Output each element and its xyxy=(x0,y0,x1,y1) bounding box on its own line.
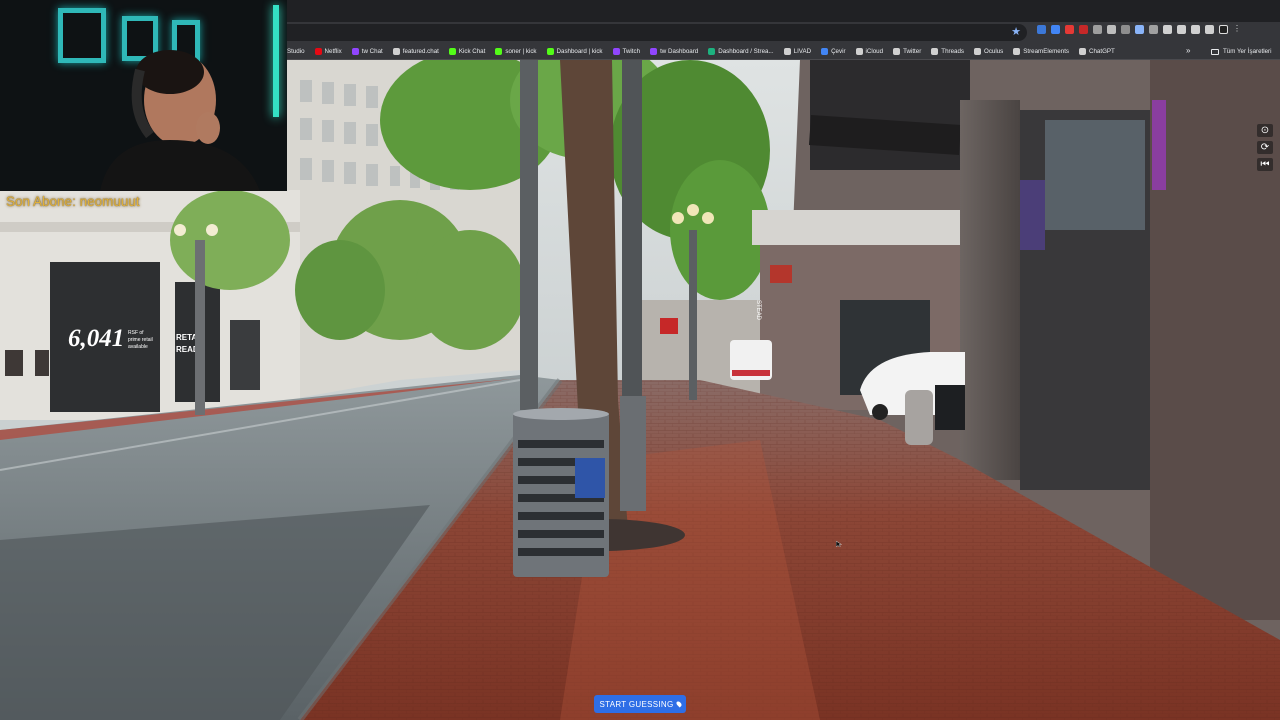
bookmark-favicon-icon xyxy=(1079,48,1087,55)
extension-icon[interactable] xyxy=(1065,25,1074,34)
map-pin-icon xyxy=(674,700,683,708)
extension-icon[interactable] xyxy=(1107,25,1116,34)
bookmark-item[interactable]: Dashboard | kick xyxy=(546,43,603,60)
svg-text:RSF of: RSF of xyxy=(128,330,144,336)
bookmark-item[interactable]: Netflix xyxy=(314,43,342,60)
bookmark-label: Dashboard | kick xyxy=(556,48,603,55)
bookmark-item[interactable]: Kick Chat xyxy=(448,43,486,60)
bookmark-label: Twitch xyxy=(622,48,641,55)
bookmark-label: Threads xyxy=(941,48,964,55)
bookmark-favicon-icon xyxy=(708,48,716,55)
bookmark-item[interactable]: Oculus xyxy=(974,43,1003,60)
bookmark-label: featured.chat xyxy=(402,48,439,55)
extension-icon[interactable] xyxy=(1121,25,1130,34)
streamer-webcam xyxy=(0,0,287,191)
storefront-number: 6,041 xyxy=(68,325,124,352)
all-bookmarks-folder[interactable]: Tüm Yer İşaretleri xyxy=(1211,43,1272,60)
bookmark-favicon-icon xyxy=(351,48,359,55)
bookmark-favicon-icon xyxy=(612,48,620,55)
bookmark-label: LIVAD xyxy=(793,48,812,55)
compass-icon[interactable]: ⊙ xyxy=(1257,124,1273,137)
extension-icon[interactable] xyxy=(1093,25,1102,34)
bookmark-item[interactable]: Studio xyxy=(287,43,305,60)
bookmark-label: Twitter xyxy=(903,48,922,55)
bookmark-label: Studio xyxy=(287,48,305,55)
bookmark-favicon-icon xyxy=(392,48,400,55)
bookmark-item[interactable]: tw Chat xyxy=(351,43,383,60)
extension-icon[interactable] xyxy=(1149,25,1158,34)
bookmark-item[interactable]: iCloud xyxy=(855,43,884,60)
bookmark-label: tw Dashboard xyxy=(660,48,699,55)
bookmark-label: tw Chat xyxy=(361,48,383,55)
bookmark-favicon-icon xyxy=(314,48,322,55)
bookmark-item[interactable]: soner | kick xyxy=(495,43,537,60)
bookmark-favicon-icon xyxy=(855,48,863,55)
bookmark-label: Kick Chat xyxy=(458,48,486,55)
bookmark-label: Netflix xyxy=(324,48,342,55)
extension-icon[interactable] xyxy=(1037,25,1046,34)
bookmark-label: StreamElements xyxy=(1023,48,1070,55)
bookmark-favicon-icon xyxy=(495,48,503,55)
streamer-silhouette xyxy=(100,50,260,191)
bookmark-favicon-icon xyxy=(650,48,658,55)
bookmark-favicon-icon xyxy=(893,48,901,55)
bookmark-item[interactable]: StreamElements xyxy=(1013,43,1069,60)
bookmark-label: Oculus xyxy=(984,48,1004,55)
bookmark-favicon-icon xyxy=(931,48,939,55)
bookmark-item[interactable]: ChatGPT xyxy=(1079,43,1115,60)
bookmark-favicon-icon xyxy=(821,48,829,55)
sidepanel-icon[interactable] xyxy=(1205,25,1214,34)
screen: { "browser": { "bookmarks": [ {"label": … xyxy=(0,0,1280,720)
browser-toolbar: ★ ⋮ xyxy=(287,22,1280,43)
bookmark-item[interactable]: Twitch xyxy=(612,43,641,60)
bookmark-item[interactable]: Çevir xyxy=(821,43,846,60)
bookmark-favicon-icon xyxy=(974,48,981,55)
back-to-start-icon[interactable]: ⏮ xyxy=(1257,158,1273,171)
menu-icon[interactable] xyxy=(1191,25,1200,34)
latest-subscriber-caption: Son Abone: neomuuut xyxy=(6,194,140,209)
folder-icon xyxy=(1211,48,1219,55)
extension-icon[interactable] xyxy=(1079,25,1088,34)
extension-icon[interactable] xyxy=(1051,25,1060,34)
more-vert-icon[interactable]: ⋮ xyxy=(1233,25,1242,34)
bookmark-item[interactable]: featured.chat xyxy=(392,43,439,60)
start-guessing-label: START GUESSING xyxy=(599,699,674,709)
mouse-cursor-icon xyxy=(836,541,842,547)
bookmark-favicon-icon xyxy=(546,48,554,55)
address-bar[interactable]: ★ xyxy=(287,24,1027,41)
bookmark-label: Çevir xyxy=(831,48,846,55)
refresh-icon[interactable]: ⟳ xyxy=(1257,141,1273,154)
profile-avatar[interactable] xyxy=(1219,25,1228,34)
svg-text:available: available xyxy=(128,344,148,350)
bookmark-favicon-icon xyxy=(783,48,791,55)
bookmark-item[interactable]: Threads xyxy=(931,43,964,60)
puzzle-icon[interactable] xyxy=(1177,25,1186,34)
all-bookmarks-label: Tüm Yer İşaretleri xyxy=(1223,48,1272,55)
bookmark-label: iCloud xyxy=(865,48,884,55)
start-guessing-button[interactable]: START GUESSING xyxy=(594,695,686,713)
bookmarks-overflow-chevron[interactable]: » xyxy=(1186,46,1190,55)
bookmark-list: Studio Netflix tw Chat featured.chat Kick Ch… xyxy=(287,43,1115,60)
bookmark-item[interactable]: Twitter xyxy=(893,43,921,60)
bookmark-favicon-icon xyxy=(448,48,456,55)
bookmark-label: ChatGPT xyxy=(1089,48,1115,55)
bookmark-item[interactable]: tw Dashboard xyxy=(650,43,698,60)
bookmarks-bar: Studio Netflix tw Chat featured.chat Kick Ch… xyxy=(287,43,1280,60)
bookmark-star-icon[interactable]: ★ xyxy=(1011,25,1021,38)
bookmark-favicon-icon xyxy=(1013,48,1021,55)
extensions-bar: ⋮ xyxy=(1037,25,1242,34)
extension-icon[interactable] xyxy=(1135,25,1144,34)
bookmark-label: Dashboard / Strea... xyxy=(718,48,774,55)
map-controls: ⊙ ⟳ ⏮ xyxy=(1257,124,1273,171)
svg-text:prime retail: prime retail xyxy=(128,337,153,343)
bookmark-item[interactable]: LIVAD xyxy=(783,43,812,60)
bookmark-item[interactable]: Dashboard / Strea... xyxy=(708,43,774,60)
extension-icon[interactable] xyxy=(1163,25,1172,34)
svg-text:STEAD: STEAD xyxy=(755,300,761,321)
bookmark-label: soner | kick xyxy=(505,48,537,55)
